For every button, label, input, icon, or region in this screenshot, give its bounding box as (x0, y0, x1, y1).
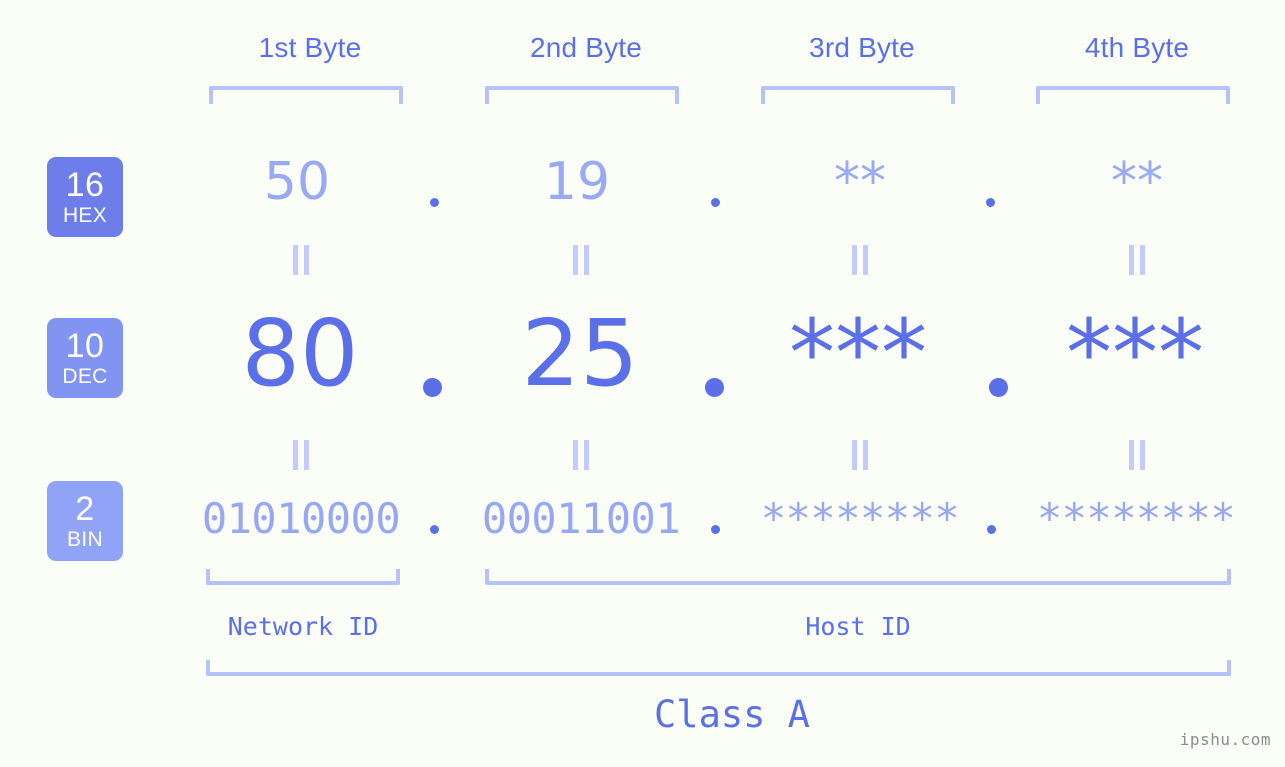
equals-icon-dec-bin-1 (290, 440, 312, 470)
site-watermark: ipshu.com (1179, 730, 1271, 749)
dec-value-byte-4: *** (1066, 300, 1204, 407)
bin-value-byte-4: ******** (1036, 494, 1236, 543)
byte-column-label-4: 4th Byte (1084, 32, 1190, 63)
bin-dot-separator-1 (430, 525, 439, 534)
hex-value-byte-1: 50 (263, 152, 331, 212)
equals-icon-dec-bin-3 (849, 440, 871, 470)
bin-value-byte-2: 00011001 (481, 494, 681, 543)
host-id-label: Host ID (805, 612, 911, 641)
dec-dot-separator-2 (705, 378, 724, 397)
hex-dot-separator-1 (430, 198, 439, 207)
base-badge-dec: 10 DEC (47, 318, 123, 398)
base-badge-hex: 16 HEX (47, 157, 123, 237)
class-bracket (206, 660, 1231, 676)
bin-value-byte-1: 01010000 (201, 494, 401, 543)
base-badge-bin-abbr: BIN (67, 528, 103, 551)
bin-value-byte-3: ******** (760, 494, 960, 543)
equals-icon-dec-bin-2 (570, 440, 592, 470)
hex-value-byte-3: ** (834, 152, 886, 212)
hex-value-byte-2: 19 (543, 152, 611, 212)
byte-column-label-3: 3rd Byte (809, 32, 915, 63)
bin-dot-separator-3 (987, 525, 996, 534)
equals-icon-hex-dec-4 (1126, 245, 1148, 275)
network-id-bracket (206, 569, 400, 585)
bin-dot-separator-2 (711, 525, 720, 534)
byte-column-label-2: 2nd Byte (529, 32, 643, 63)
base-badge-dec-abbr: DEC (62, 365, 108, 388)
dec-value-byte-2: 25 (521, 300, 639, 407)
equals-icon-hex-dec-1 (290, 245, 312, 275)
byte-bracket-top-2 (485, 86, 679, 104)
dec-value-byte-3: *** (789, 300, 927, 407)
byte-bracket-top-3 (761, 86, 955, 104)
byte-column-label-1: 1st Byte (258, 32, 362, 63)
network-id-label: Network ID (227, 612, 379, 641)
ip-address-breakdown-diagram: 1st Byte 2nd Byte 3rd Byte 4th Byte 16 H… (0, 0, 1285, 767)
hex-dot-separator-2 (711, 198, 720, 207)
host-id-bracket (485, 569, 1231, 585)
base-badge-bin-number: 2 (75, 490, 95, 528)
base-badge-dec-number: 10 (65, 327, 105, 365)
dec-value-byte-1: 80 (241, 300, 359, 407)
byte-bracket-top-1 (209, 86, 403, 104)
dec-dot-separator-3 (989, 378, 1008, 397)
class-label: Class A (654, 693, 810, 736)
equals-icon-hex-dec-3 (849, 245, 871, 275)
equals-icon-dec-bin-4 (1126, 440, 1148, 470)
base-badge-bin: 2 BIN (47, 481, 123, 561)
hex-value-byte-4: ** (1111, 152, 1163, 212)
hex-dot-separator-3 (986, 198, 995, 207)
base-badge-hex-number: 16 (65, 166, 105, 204)
dec-dot-separator-1 (423, 378, 442, 397)
byte-bracket-top-4 (1036, 86, 1230, 104)
base-badge-hex-abbr: HEX (62, 204, 108, 227)
equals-icon-hex-dec-2 (570, 245, 592, 275)
